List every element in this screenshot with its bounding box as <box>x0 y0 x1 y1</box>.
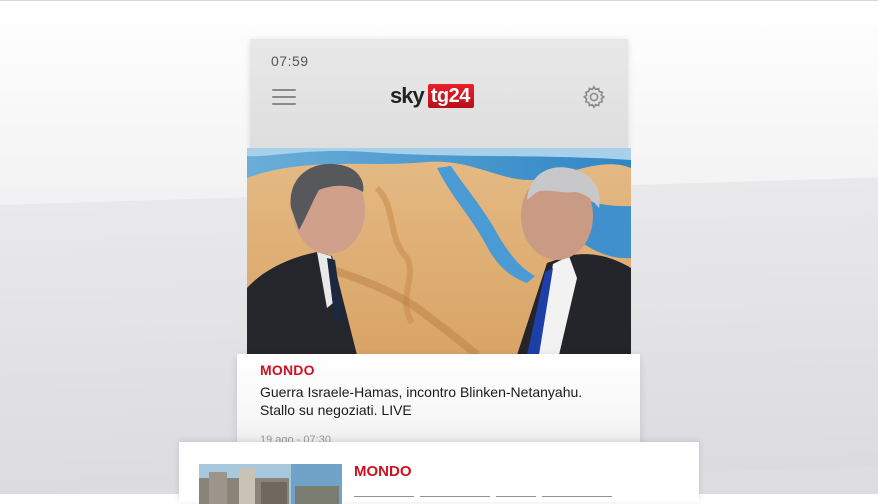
top-divider <box>0 0 878 1</box>
article-title-cropped[interactable] <box>354 489 654 497</box>
logo-sky-text: sky <box>390 83 425 108</box>
status-time: 07:59 <box>271 53 309 69</box>
article-title[interactable]: Guerra Israele-Hamas, incontro Blinken-N… <box>260 383 620 419</box>
article-card-secondary[interactable]: MONDO <box>179 442 699 504</box>
article-hero-image[interactable] <box>247 148 631 355</box>
article-category: MONDO <box>354 463 412 480</box>
sky-tg24-logo[interactable]: sky tg24 <box>390 83 474 109</box>
hamburger-menu-icon[interactable] <box>272 89 296 105</box>
article-category: MONDO <box>260 362 315 378</box>
gear-icon[interactable] <box>582 85 606 109</box>
article-card[interactable]: MONDO Guerra Israele-Hamas, incontro Bli… <box>237 354 640 446</box>
app-header: 07:59 sky tg24 <box>250 39 628 151</box>
article-thumbnail[interactable] <box>199 464 342 504</box>
logo-tg24-badge: tg24 <box>427 84 474 108</box>
